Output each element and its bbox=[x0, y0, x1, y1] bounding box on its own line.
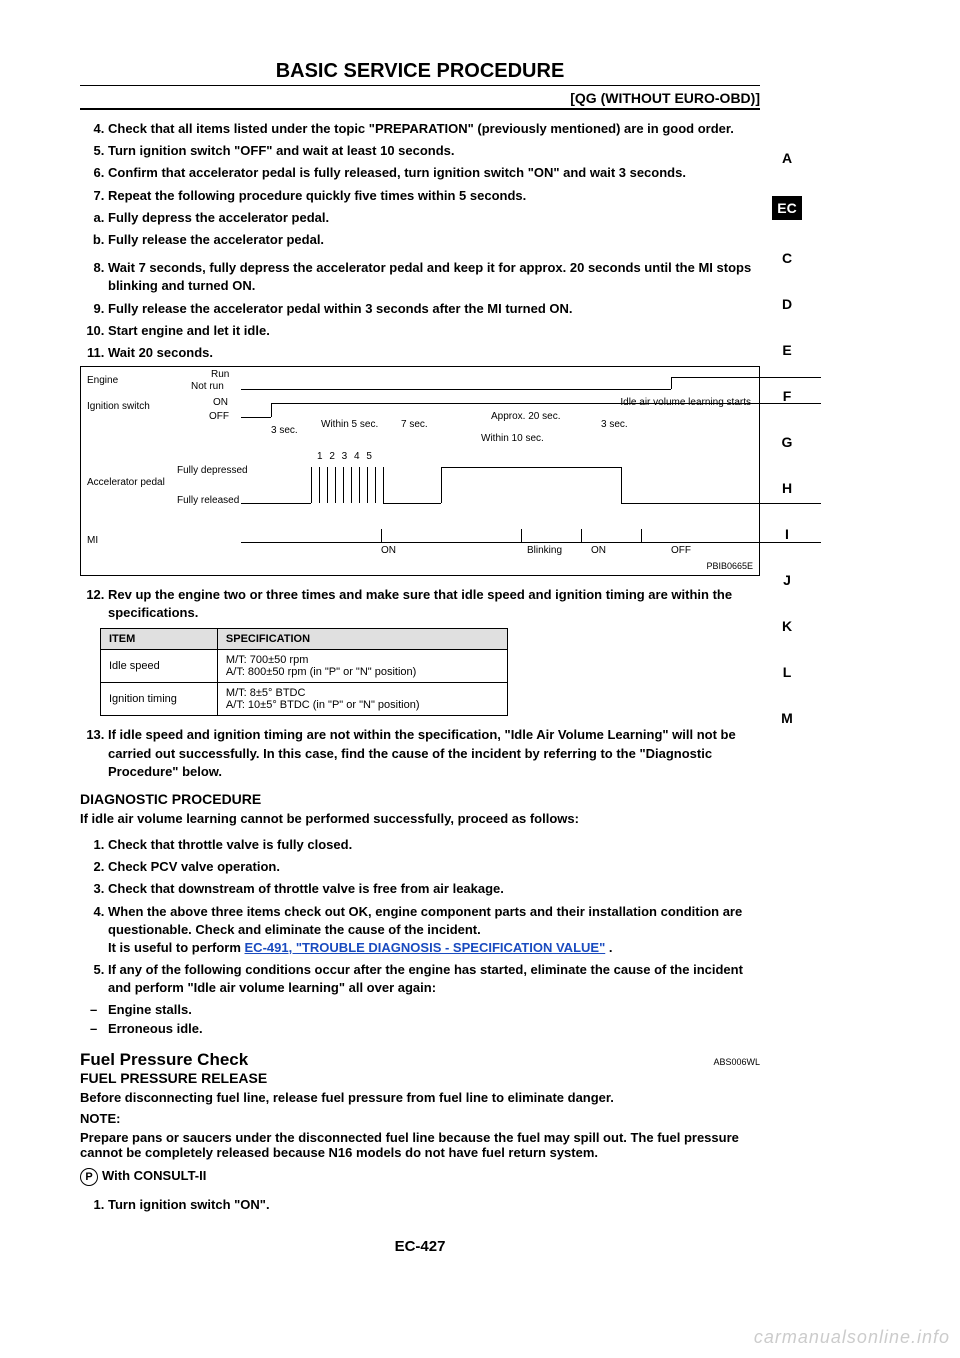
diag-counts: 1 2 3 4 5 bbox=[317, 451, 374, 462]
diag-run: Run bbox=[211, 369, 229, 380]
sidebar-ec: EC bbox=[772, 196, 802, 220]
diag-within10: Within 10 sec. bbox=[481, 433, 544, 444]
dash-stalls: Engine stalls. bbox=[108, 1002, 760, 1017]
diag-4b: It is useful to perform bbox=[108, 940, 245, 955]
dash-erroneous: Erroneous idle. bbox=[108, 1021, 760, 1036]
with-consult: P With CONSULT-II bbox=[80, 1168, 760, 1186]
step-4: Check that all items listed under the to… bbox=[108, 120, 760, 138]
consult-icon: P bbox=[80, 1168, 98, 1186]
diag-mi: MI bbox=[87, 535, 98, 546]
spec-idle-spec: M/T: 700±50 rpm A/T: 800±50 rpm (in "P" … bbox=[217, 650, 507, 683]
diag-within5: Within 5 sec. bbox=[321, 419, 378, 430]
step-13: If idle speed and ignition timing are no… bbox=[108, 726, 760, 781]
step-7b: Fully release the accelerator pedal. bbox=[108, 231, 760, 249]
step-5: Turn ignition switch "OFF" and wait at l… bbox=[108, 142, 760, 160]
procedure-list-13: If idle speed and ignition timing are no… bbox=[80, 726, 760, 781]
page-title: BASIC SERVICE PROCEDURE bbox=[80, 60, 760, 83]
diag-rel: Fully released bbox=[177, 495, 239, 506]
step-10: Start engine and let it idle. bbox=[108, 322, 760, 340]
section-index-sidebar: A EC C D E F G H I J K L M bbox=[772, 120, 802, 756]
diag-dep: Fully depressed bbox=[177, 465, 248, 476]
diag-list: Check that throttle valve is fully close… bbox=[80, 836, 760, 998]
diag-4-link[interactable]: EC-491, "TROUBLE DIAGNOSIS - SPECIFICATI… bbox=[245, 940, 606, 955]
timing-diagram: Engine Run Not run Ignition switch ON OF… bbox=[80, 366, 760, 576]
procedure-list-12: Rev up the engine two or three times and… bbox=[80, 586, 760, 622]
sidebar-m: M bbox=[772, 710, 802, 726]
diag-3sec: 3 sec. bbox=[271, 425, 298, 436]
diag-7sec: 7 sec. bbox=[401, 419, 428, 430]
watermark: carmanualsonline.info bbox=[754, 1327, 950, 1348]
sidebar-f: F bbox=[772, 388, 802, 404]
sidebar-a: A bbox=[772, 150, 802, 166]
fuel-pressure-head: Fuel Pressure Check bbox=[80, 1050, 248, 1070]
procedure-list: Check that all items listed under the to… bbox=[80, 120, 760, 205]
sidebar-j: J bbox=[772, 572, 802, 588]
consult-step-1: Turn ignition switch "ON". bbox=[108, 1196, 760, 1214]
with-consult-label: With CONSULT-II bbox=[102, 1168, 206, 1183]
sidebar-c: C bbox=[772, 250, 802, 266]
diag-off: OFF bbox=[209, 411, 229, 422]
step-7a: Fully depress the accelerator pedal. bbox=[108, 209, 760, 227]
diag-accel: Accelerator pedal bbox=[87, 477, 165, 488]
spec-idle-item: Idle speed bbox=[101, 650, 218, 683]
diag-idle-starts: Idle air volume learning starts bbox=[620, 397, 751, 408]
fuel-line1: Before disconnecting fuel line, release … bbox=[80, 1090, 760, 1105]
step-11: Wait 20 seconds. bbox=[108, 344, 760, 362]
note-body: Prepare pans or saucers under the discon… bbox=[80, 1130, 760, 1160]
step-8: Wait 7 seconds, fully depress the accele… bbox=[108, 259, 760, 295]
diag-5: If any of the following conditions occur… bbox=[108, 961, 760, 997]
diag-4: When the above three items check out OK,… bbox=[108, 903, 760, 958]
diag-notrun: Not run bbox=[191, 381, 224, 392]
diag-engine: Engine bbox=[87, 375, 118, 386]
subtitle: [QG (WITHOUT EURO-OBD)] bbox=[80, 90, 760, 110]
diag-3sec2: 3 sec. bbox=[601, 419, 628, 430]
title-rule bbox=[80, 85, 760, 86]
diag-mi-on: ON bbox=[381, 545, 396, 556]
sidebar-k: K bbox=[772, 618, 802, 634]
step-12: Rev up the engine two or three times and… bbox=[108, 586, 760, 622]
substeps-ab: Fully depress the accelerator pedal. Ful… bbox=[80, 209, 760, 249]
diag-4a: When the above three items check out OK,… bbox=[108, 904, 742, 937]
diag-ign: Ignition switch bbox=[87, 401, 150, 412]
consult-steps: Turn ignition switch "ON". bbox=[80, 1196, 760, 1214]
diag-mi-on2: ON bbox=[591, 545, 606, 556]
spec-ign-spec: M/T: 8±5° BTDC A/T: 10±5° BTDC (in "P" o… bbox=[217, 683, 507, 716]
diagram-code: PBIB0665E bbox=[706, 561, 753, 571]
diag-mi-off: OFF bbox=[671, 545, 691, 556]
diagnostic-intro: If idle air volume learning cannot be pe… bbox=[80, 811, 760, 826]
fuel-sub: FUEL PRESSURE RELEASE bbox=[80, 1070, 760, 1086]
sidebar-g: G bbox=[772, 434, 802, 450]
diag-dash-list: Engine stalls. Erroneous idle. bbox=[80, 1002, 760, 1036]
step-9: Fully release the accelerator pedal with… bbox=[108, 300, 760, 318]
diag-approx20: Approx. 20 sec. bbox=[491, 411, 560, 422]
diag-on: ON bbox=[213, 397, 228, 408]
diagnostic-head: DIAGNOSTIC PROCEDURE bbox=[80, 791, 760, 807]
sidebar-l: L bbox=[772, 664, 802, 680]
diag-2: Check PCV valve operation. bbox=[108, 858, 760, 876]
step-7: Repeat the following procedure quickly f… bbox=[108, 187, 760, 205]
page-number: EC-427 bbox=[80, 1238, 760, 1255]
spec-table: ITEM SPECIFICATION Idle speed M/T: 700±5… bbox=[100, 628, 508, 716]
diag-mi-blink: Blinking bbox=[527, 545, 562, 556]
sidebar-e: E bbox=[772, 342, 802, 358]
fuel-code: ABS006WL bbox=[713, 1057, 760, 1067]
diag-4c: . bbox=[605, 940, 612, 955]
procedure-list-cont: Wait 7 seconds, fully depress the accele… bbox=[80, 259, 760, 362]
sidebar-h: H bbox=[772, 480, 802, 496]
sidebar-i: I bbox=[772, 526, 802, 542]
step-6: Confirm that accelerator pedal is fully … bbox=[108, 164, 760, 182]
diag-3: Check that downstream of throttle valve … bbox=[108, 880, 760, 898]
diag-1: Check that throttle valve is fully close… bbox=[108, 836, 760, 854]
sidebar-d: D bbox=[772, 296, 802, 312]
note-label: NOTE: bbox=[80, 1111, 760, 1126]
spec-h-item: ITEM bbox=[101, 629, 218, 650]
spec-h-spec: SPECIFICATION bbox=[217, 629, 507, 650]
spec-ign-item: Ignition timing bbox=[101, 683, 218, 716]
